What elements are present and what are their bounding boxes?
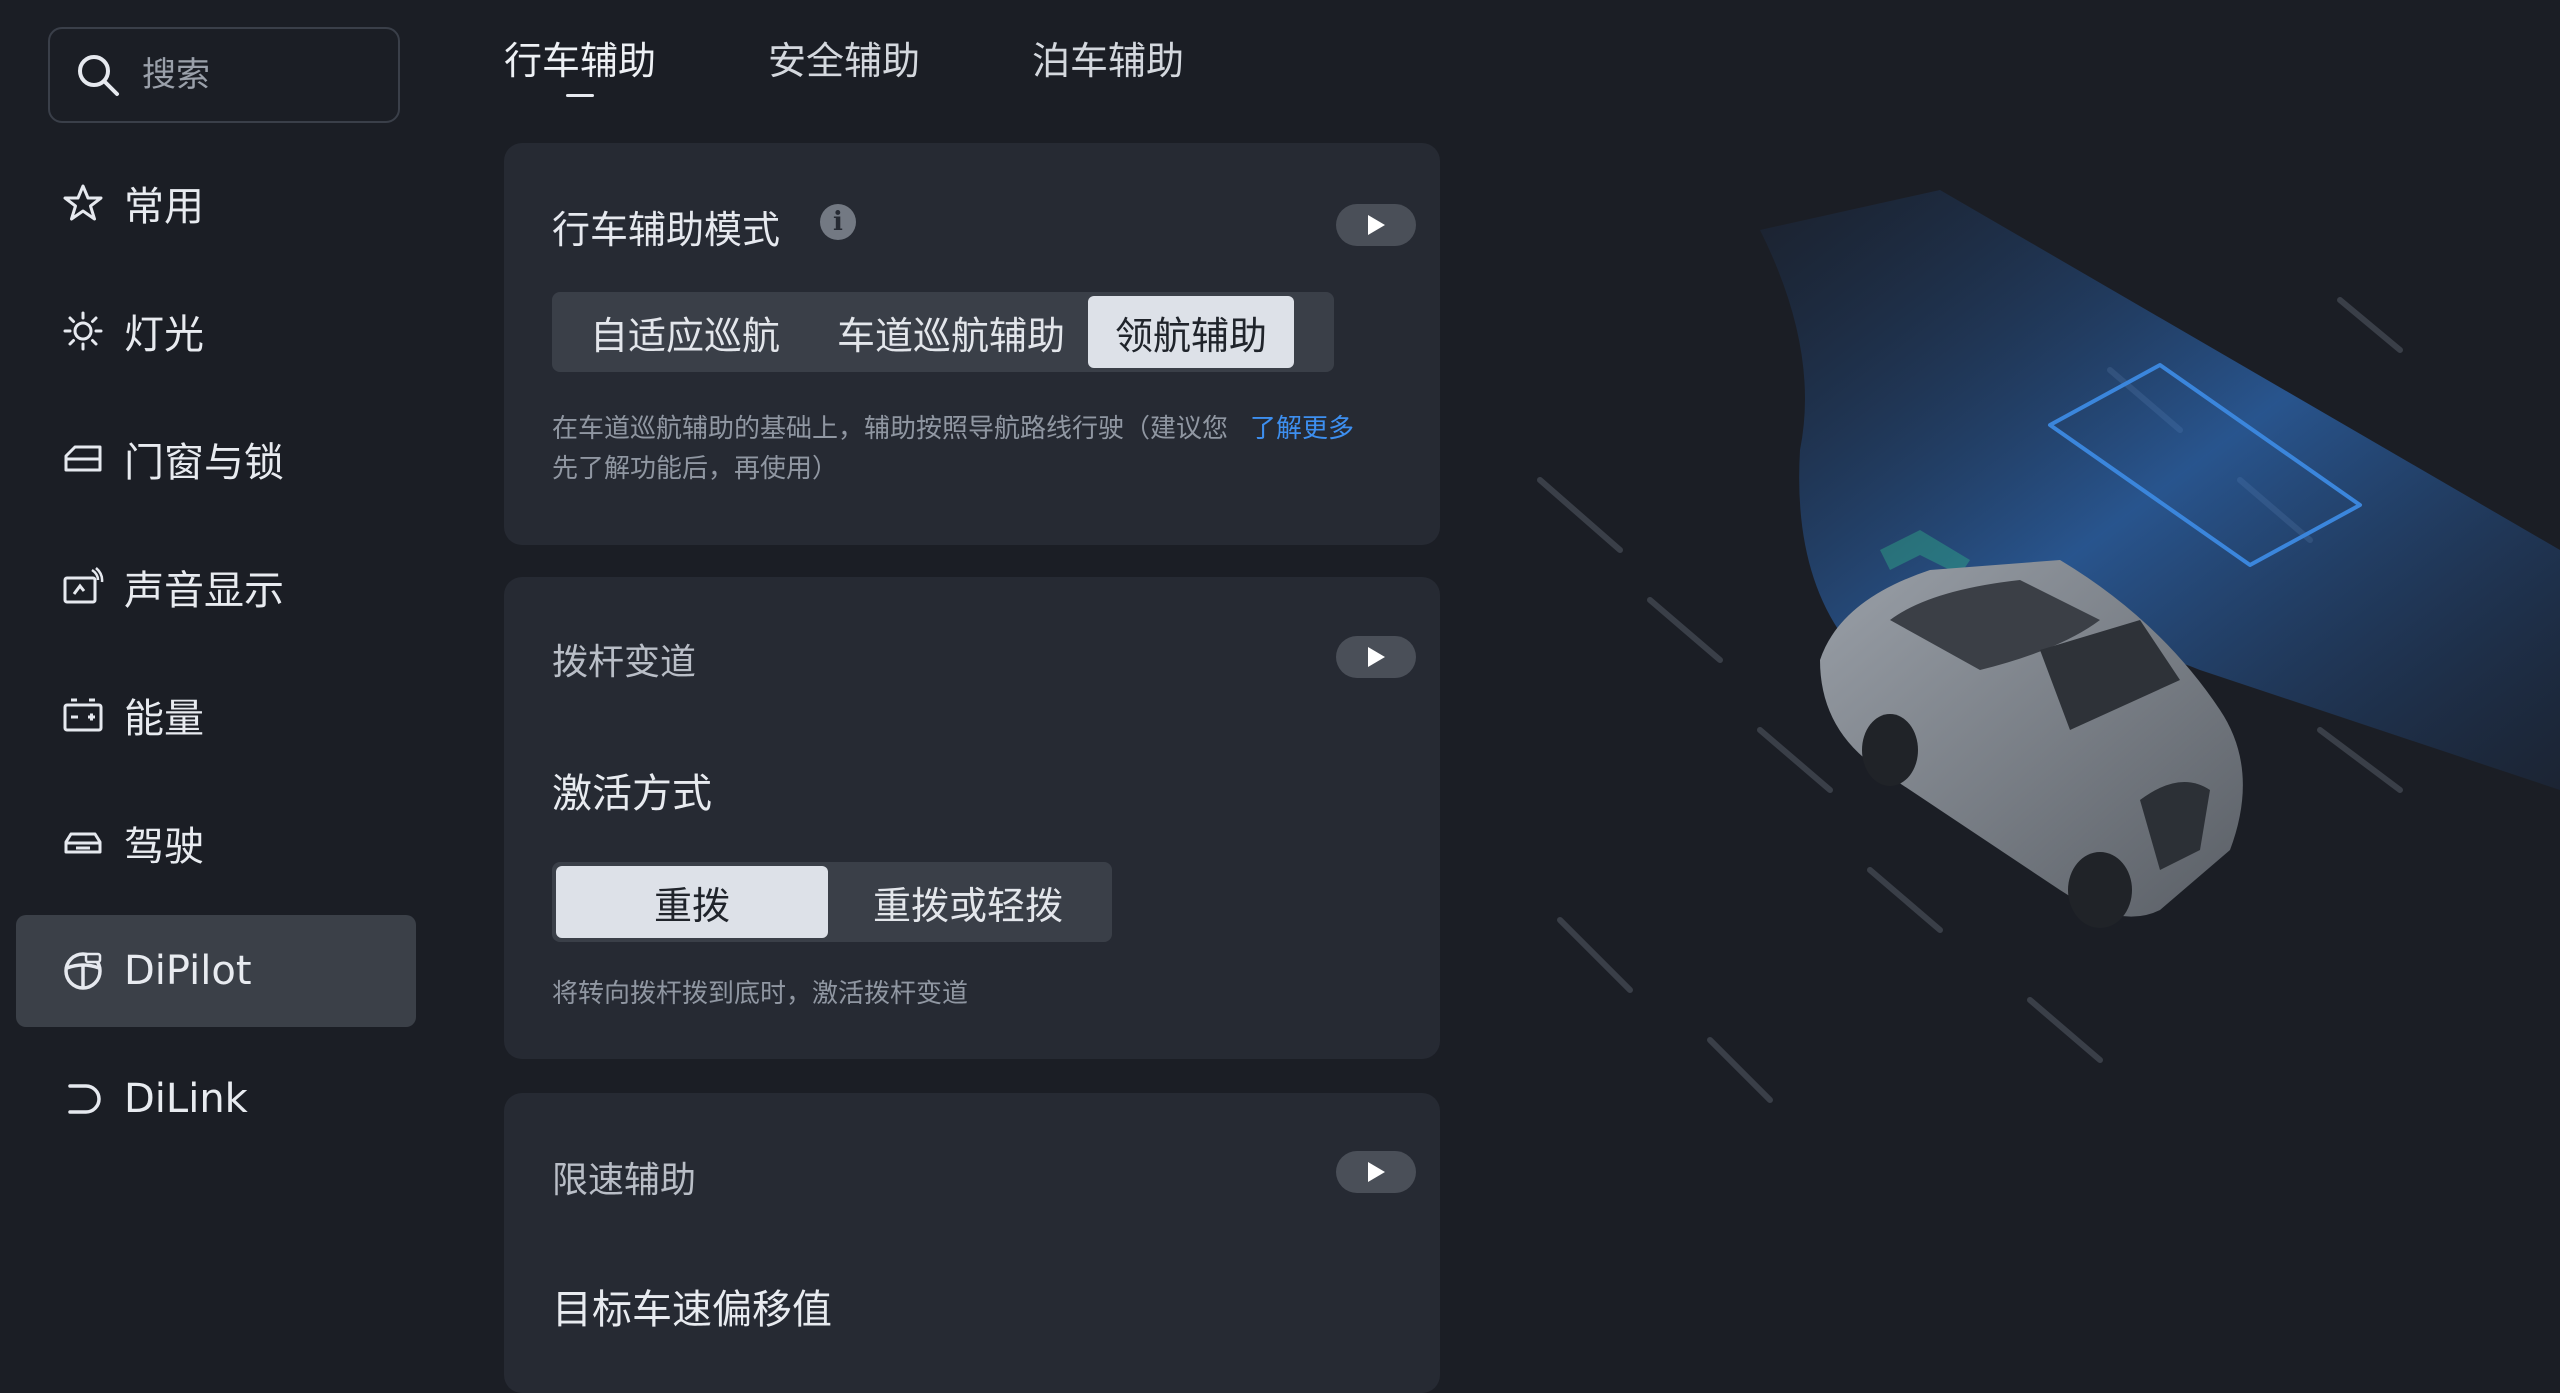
info-icon[interactable]: i xyxy=(820,204,856,240)
star-icon xyxy=(63,184,103,221)
play-video-button[interactable] xyxy=(1336,636,1416,678)
sidebar-item-sound-display[interactable]: 声音显示 xyxy=(16,531,416,643)
description-text: 先了解功能后，再使用） xyxy=(552,454,839,484)
sidebar-item-label: DiLink xyxy=(124,1076,248,1122)
sidebar-item-driving[interactable]: 驾驶 xyxy=(16,787,416,899)
sidebar-nav: 常用 灯光 门窗与锁 声音显示 能量 驾驶 DiPilot DiLink xyxy=(16,147,416,1171)
sidebar-item-label: 门窗与锁 xyxy=(124,440,284,486)
sidebar-item-label: 能量 xyxy=(124,696,204,742)
description-text: 在车道巡航辅助的基础上，辅助按照导航路线行驶（建议您 xyxy=(552,414,1229,444)
card-title: 行车辅助模式 xyxy=(552,208,781,252)
search-input[interactable] xyxy=(140,54,380,96)
sun-icon xyxy=(63,311,103,351)
activation-option-hard[interactable]: 重拨 xyxy=(556,866,828,938)
target-speed-offset-heading: 目标车速偏移值 xyxy=(552,1287,832,1333)
sidebar-item-doors-locks[interactable]: 门窗与锁 xyxy=(16,403,416,515)
sidebar-item-label: DiPilot xyxy=(124,948,252,994)
play-video-button[interactable] xyxy=(1336,1151,1416,1193)
tab-active-indicator xyxy=(566,94,594,97)
sidebar-item-label: 声音显示 xyxy=(124,568,284,614)
sidebar-item-label: 常用 xyxy=(124,184,204,230)
search-box[interactable] xyxy=(48,27,400,123)
car-door-icon xyxy=(64,445,102,472)
sidebar-item-dilink[interactable]: DiLink xyxy=(16,1043,416,1155)
card-driving-assist-mode: 行车辅助模式 i 自适应巡航 车道巡航辅助 领航辅助 在车道巡航辅助的基础上，辅… xyxy=(504,143,1440,545)
mode-description: 在车道巡航辅助的基础上，辅助按照导航路线行驶（建议您 了解更多 先了解功能后，再使… xyxy=(552,409,1412,489)
tab-driving-assist[interactable]: 行车辅助 xyxy=(504,0,657,97)
card-title: 拨杆变道 xyxy=(552,642,697,683)
card-speed-limit-assist: 限速辅助 目标车速偏移值 xyxy=(504,1093,1440,1393)
tab-parking-assist[interactable]: 泊车辅助 xyxy=(1032,0,1184,85)
sidebar-item-label: 驾驶 xyxy=(124,824,204,870)
activation-method-selector: 重拨 重拨或轻拨 xyxy=(552,862,1112,942)
tab-bar: 行车辅助 安全辅助 泊车辅助 xyxy=(504,0,1296,110)
mode-option-nav-assist[interactable]: 领航辅助 xyxy=(1088,296,1294,368)
play-icon xyxy=(1368,647,1385,667)
card-title: 限速辅助 xyxy=(552,1160,697,1201)
display-sound-icon xyxy=(63,567,104,604)
search-icon xyxy=(78,55,119,96)
car-icon xyxy=(64,832,102,854)
navigation-assist-illustration xyxy=(1537,190,2560,1103)
play-icon xyxy=(1368,1162,1385,1182)
sidebar-item-dipilot[interactable]: DiPilot xyxy=(16,915,416,1027)
tab-label: 安全辅助 xyxy=(768,39,921,83)
play-video-button[interactable] xyxy=(1336,204,1416,246)
mode-option-lcc[interactable]: 车道巡航辅助 xyxy=(814,296,1088,368)
mode-selector: 自适应巡航 车道巡航辅助 领航辅助 xyxy=(552,292,1334,372)
learn-more-link[interactable]: 了解更多 xyxy=(1250,414,1354,444)
activation-method-heading: 激活方式 xyxy=(552,771,712,817)
activation-option-hard-or-light[interactable]: 重拨或轻拨 xyxy=(828,866,1108,938)
sidebar-item-energy[interactable]: 能量 xyxy=(16,659,416,771)
lane-change-description: 将转向拨杆拨到底时，激活拨杆变道 xyxy=(552,979,969,1009)
sidebar: 常用 灯光 门窗与锁 xyxy=(0,0,440,1380)
sidebar-item-label: 灯光 xyxy=(124,312,204,358)
steering-wheel-icon xyxy=(64,952,102,990)
tab-label: 行车辅助 xyxy=(504,39,657,83)
tab-label: 泊车辅助 xyxy=(1032,39,1185,83)
dilink-icon xyxy=(68,1084,101,1114)
tab-safety-assist[interactable]: 安全辅助 xyxy=(768,0,920,85)
sidebar-item-lights[interactable]: 灯光 xyxy=(16,275,416,387)
battery-icon xyxy=(63,698,103,732)
play-icon xyxy=(1368,215,1385,235)
mode-option-acc[interactable]: 自适应巡航 xyxy=(556,296,814,368)
sidebar-item-common[interactable]: 常用 xyxy=(16,147,416,259)
card-lever-lane-change: 拨杆变道 激活方式 重拨 重拨或轻拨 将转向拨杆拨到底时，激活拨杆变道 xyxy=(504,577,1440,1059)
